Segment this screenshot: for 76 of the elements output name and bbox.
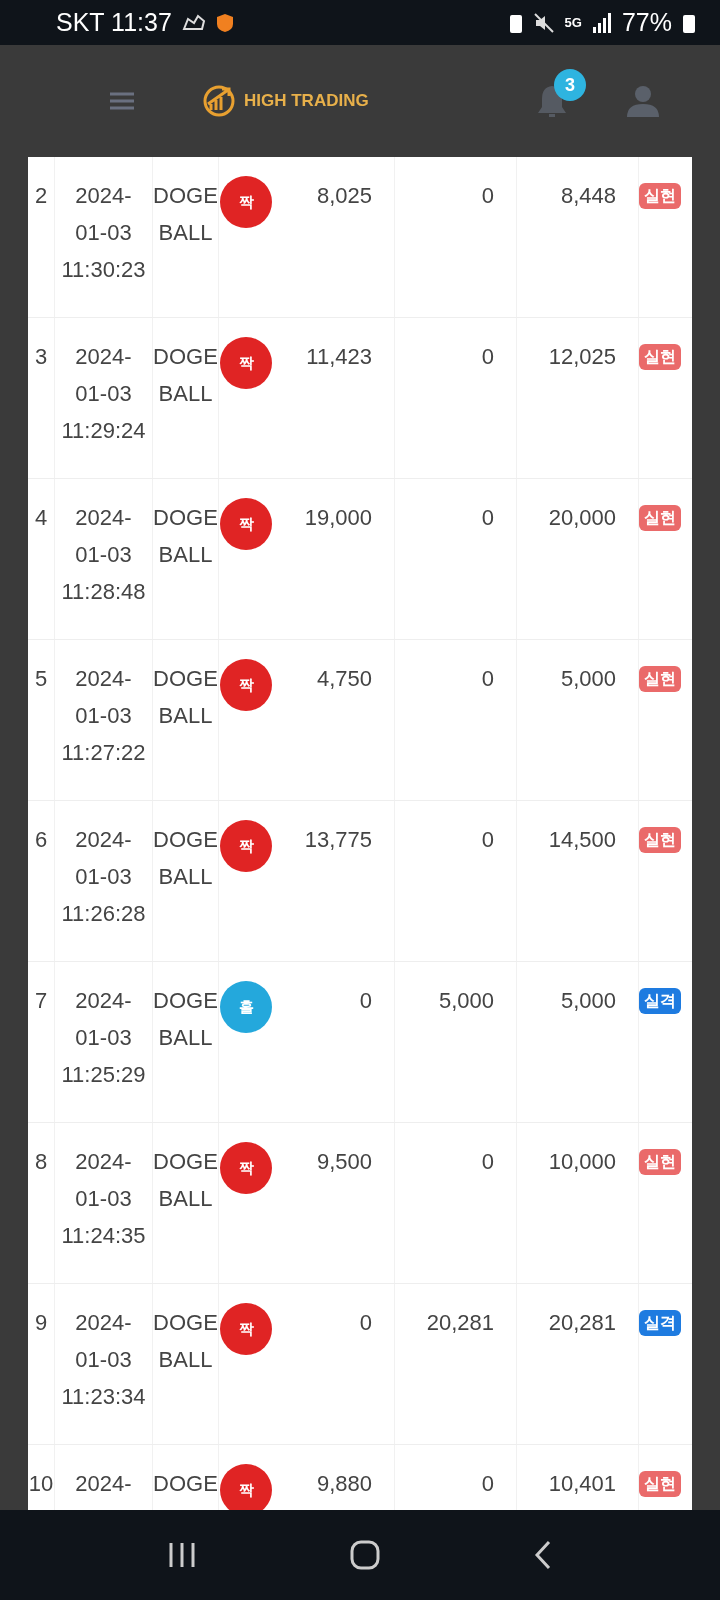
table-cell: 5,000 (517, 640, 639, 800)
ball-badge: 짝 (220, 1303, 272, 1355)
table-cell: 8 (28, 1123, 55, 1283)
table-cell: 13,775 (273, 801, 395, 961)
ball-badge: 홀 (220, 981, 272, 1033)
shield-icon (215, 12, 234, 33)
table-cell: 11,423 (273, 318, 395, 478)
chart-logo-icon (202, 84, 236, 118)
table-cell: 20,281 (395, 1284, 517, 1444)
table-cell: 20,000 (517, 479, 639, 639)
table-cell: 9,500 (273, 1123, 395, 1283)
table-cell: 0 (395, 1123, 517, 1283)
table-cell: 2024- 01-03 11:28:48 (55, 479, 153, 639)
table-cell: DOGE BALL (153, 1284, 219, 1444)
table-cell: 4 (28, 479, 55, 639)
result-tag: 실현 (639, 666, 681, 692)
table-cell: 0 (395, 801, 517, 961)
table-cell: 0 (395, 157, 517, 317)
ball-badge: 짝 (220, 498, 272, 550)
result-tag: 실격 (639, 1310, 681, 1336)
table-cell: 6 (28, 801, 55, 961)
table-cell: 4,750 (273, 640, 395, 800)
table-cell: 9 (28, 1284, 55, 1444)
table-cell: 2 (28, 157, 55, 317)
table-cell: 0 (395, 318, 517, 478)
logo-text: HIGH TRADING (244, 91, 369, 111)
table-cell: 2024- 01-03 11:26:28 (55, 801, 153, 961)
table-cell: 5,000 (517, 962, 639, 1122)
table-cell: 7 (28, 962, 55, 1122)
ball-badge: 짝 (220, 337, 272, 389)
table-cell: DOGE BALL (153, 962, 219, 1122)
result-tag: 실현 (639, 183, 681, 209)
ball-badge: 짝 (220, 820, 272, 872)
table-cell: 14,500 (517, 801, 639, 961)
table-cell: DOGE BALL (153, 1123, 219, 1283)
result-tag: 실현 (639, 1149, 681, 1175)
signal-icon (591, 11, 612, 34)
table-cell: 0 (395, 640, 517, 800)
table-cell: 0 (273, 1284, 395, 1444)
table-cell: DOGE BALL (153, 801, 219, 961)
table-cell: DOGE BALL (153, 157, 219, 317)
home-icon[interactable] (350, 1540, 380, 1570)
table-cell: 2024- 01-03 11:24:35 (55, 1123, 153, 1283)
battery-level: 77% (621, 8, 672, 37)
ball-badge: 짝 (220, 176, 272, 228)
result-tag: 실현 (639, 1471, 681, 1497)
table-cell: DOGE BALL (153, 640, 219, 800)
table-cell: 5,000 (395, 962, 517, 1122)
table-cell: 10,000 (517, 1123, 639, 1283)
table-cell: 3 (28, 318, 55, 478)
table-cell: 2024- 01-03 11:27:22 (55, 640, 153, 800)
notification-count: 3 (554, 69, 586, 101)
table-cell: 2024- 01-03 11:25:29 (55, 962, 153, 1122)
result-tag: 실현 (639, 344, 681, 370)
result-tag: 실격 (639, 988, 681, 1014)
table-cell: 8,025 (273, 157, 395, 317)
table-cell: 0 (395, 479, 517, 639)
result-tag: 실현 (639, 505, 681, 531)
table-cell: 2024- 01-03 11:30:23 (55, 157, 153, 317)
ball-badge: 짝 (220, 1142, 272, 1194)
table-cell: DOGE BALL (153, 479, 219, 639)
table-cell: 12,025 (517, 318, 639, 478)
table-cell: 0 (273, 962, 395, 1122)
network-type: 5G (564, 15, 582, 30)
ball-badge: 짝 (220, 659, 272, 711)
table-cell: 19,000 (273, 479, 395, 639)
table-cell: 2024- 01-03 11:29:24 (55, 318, 153, 478)
table-cell: 5 (28, 640, 55, 800)
table-cell: 8,448 (517, 157, 639, 317)
carrier-time: SKT 11:37 (56, 8, 172, 37)
table-cell: 20,281 (517, 1284, 639, 1444)
table-cell: DOGE BALL (153, 318, 219, 478)
result-tag: 실현 (639, 827, 681, 853)
mute-icon (532, 11, 555, 34)
table-cell: 2024- 01-03 11:23:34 (55, 1284, 153, 1444)
ball-badge: 짝 (220, 1464, 272, 1510)
